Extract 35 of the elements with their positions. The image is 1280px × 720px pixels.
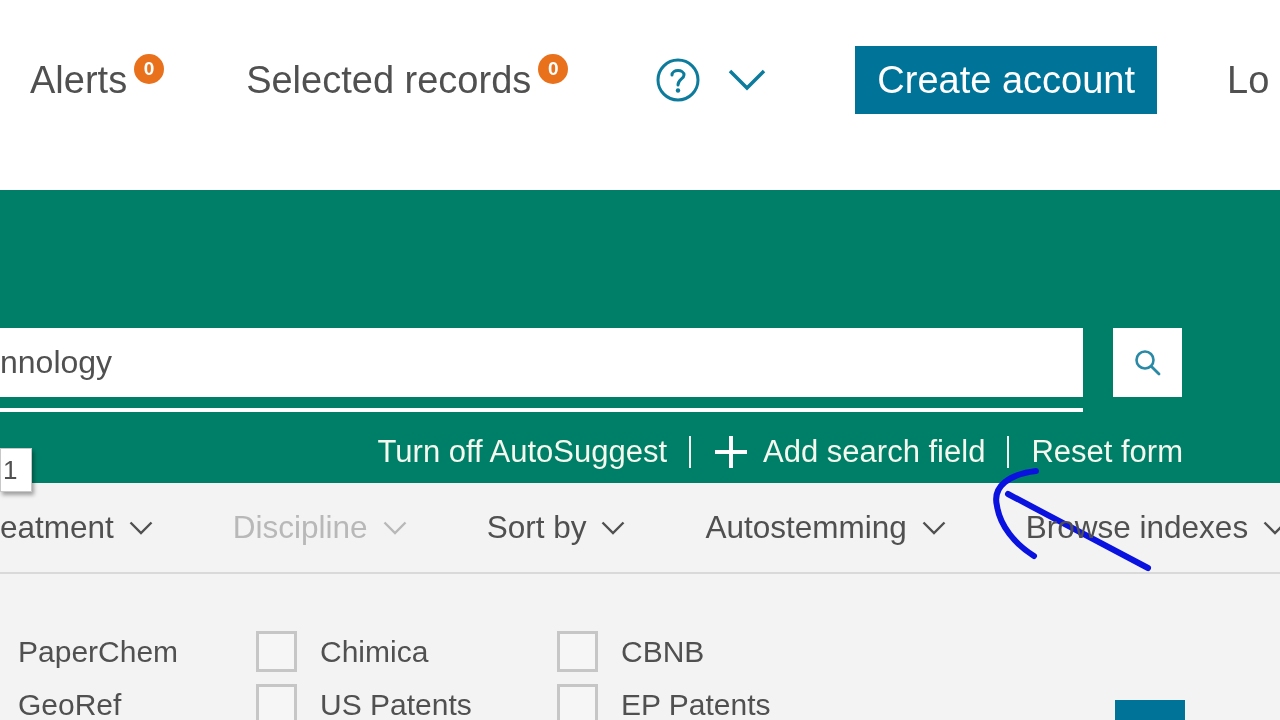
chevron-down-icon <box>601 520 626 535</box>
checkbox-label[interactable]: CBNB <box>621 634 705 669</box>
search-field[interactable]: nnology <box>0 328 1083 397</box>
checkbox-label[interactable]: PaperChem <box>18 634 179 669</box>
checkbox-label[interactable]: EP Patents <box>621 687 771 720</box>
nav-link[interactable]: Selected records <box>246 46 532 114</box>
count-badge: 0 <box>538 54 569 84</box>
checkbox-label[interactable]: GeoRef <box>18 687 122 720</box>
chevron-down-icon <box>128 520 153 535</box>
checkbox[interactable] <box>256 631 297 672</box>
filter-dropdown[interactable]: Sort by <box>486 509 626 546</box>
chevron-down-icon <box>921 520 946 535</box>
form-link[interactable]: Add search field <box>713 434 986 470</box>
nav-link[interactable]: Alerts <box>30 46 128 114</box>
partial-button[interactable] <box>1115 700 1185 720</box>
form-link[interactable]: Reset form <box>1031 434 1183 470</box>
filter-dropdown[interactable]: eatment <box>0 509 153 546</box>
checkbox[interactable] <box>557 684 598 720</box>
checkbox[interactable] <box>256 684 297 720</box>
filter-dropdown[interactable]: Autostemming <box>705 509 946 546</box>
form-link[interactable]: Turn off AutoSuggest <box>377 434 668 470</box>
count-badge: 0 <box>134 54 165 84</box>
chevron-down-icon <box>1263 520 1280 535</box>
checkbox[interactable] <box>557 631 598 672</box>
number-box: 1 <box>0 448 33 492</box>
chevron-down-icon <box>382 520 407 535</box>
checkbox-label[interactable]: US Patents <box>320 687 472 720</box>
search-button[interactable] <box>1113 328 1182 397</box>
plus-icon <box>713 434 750 470</box>
search-icon <box>1134 349 1161 376</box>
chevron-down-icon[interactable] <box>728 69 767 91</box>
checkbox-label[interactable]: Chimica <box>320 634 429 669</box>
help-icon[interactable] <box>656 58 701 102</box>
create-account-button[interactable]: Create account <box>855 46 1157 114</box>
header-link[interactable]: Lo <box>1227 46 1270 114</box>
